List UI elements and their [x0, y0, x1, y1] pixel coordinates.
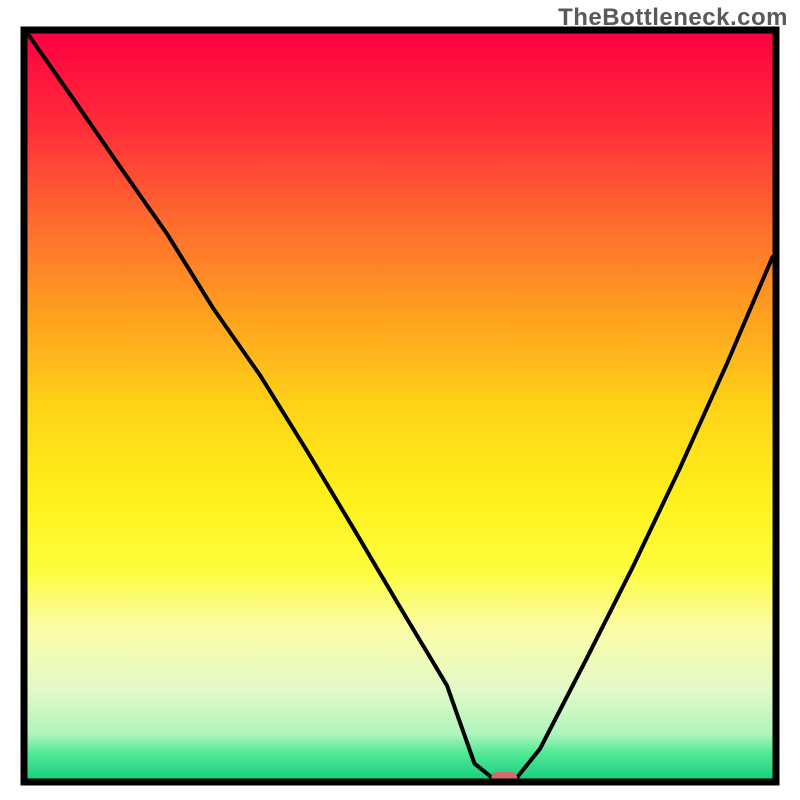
bottleneck-chart: TheBottleneck.com [0, 0, 800, 800]
watermark-text: TheBottleneck.com [558, 4, 788, 32]
gradient-background [28, 34, 773, 779]
chart-svg [0, 0, 800, 800]
